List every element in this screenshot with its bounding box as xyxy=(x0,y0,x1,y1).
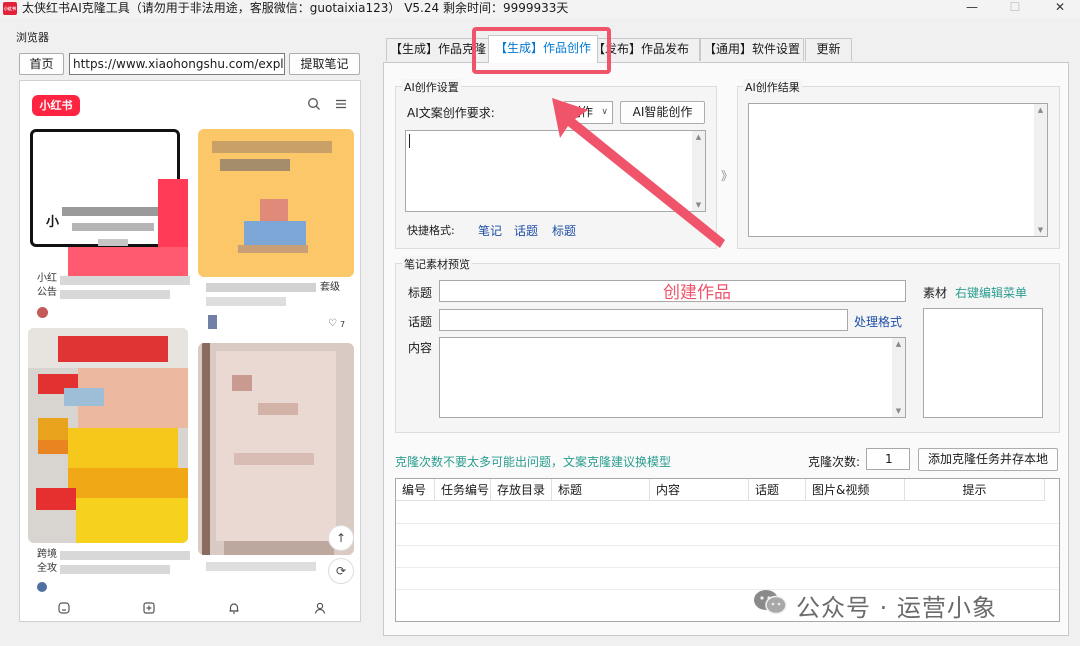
search-icon[interactable] xyxy=(307,97,321,115)
extract-note-button[interactable]: 提取笔记 xyxy=(289,53,360,75)
watermark-text: 公众号 · 运营小象 xyxy=(796,594,997,622)
window-title: 太侠红书AI克隆工具（请勿用于非法用途，客服微信：guotaixia123） V… xyxy=(22,1,569,15)
title-label: 标题 xyxy=(408,286,433,300)
content-textarea[interactable]: ▲ ▼ xyxy=(439,337,906,418)
material-box[interactable] xyxy=(923,308,1043,418)
heart-icon[interactable]: ♡ xyxy=(328,317,337,330)
home-icon[interactable] xyxy=(56,601,72,617)
ai-result-textarea[interactable]: ▲ ▼ xyxy=(748,103,1048,237)
card-4-caption: 套级 xyxy=(320,282,340,293)
material-hint: 右键编辑菜单 xyxy=(955,286,1028,300)
card-text: 小 xyxy=(46,215,60,230)
quick-format-label: 快捷格式: xyxy=(407,224,455,237)
process-format-link[interactable]: 处理格式 xyxy=(854,313,902,330)
quick-link-note[interactable]: 笔记 xyxy=(478,222,502,239)
menu-icon[interactable] xyxy=(334,97,348,115)
avatar xyxy=(37,307,48,318)
clone-count-label: 克隆次数: xyxy=(808,455,861,469)
avatar xyxy=(37,582,47,592)
clone-warning: 克隆次数不要太多可能出问题，文案克隆建议换模型 xyxy=(395,455,672,469)
app-logo-icon: 小红书 xyxy=(3,2,17,15)
ai-result-title: AI创作结果 xyxy=(743,79,802,95)
like-count: 7 xyxy=(340,320,346,329)
preview-title: 笔记素材预览 xyxy=(402,256,472,272)
profile-icon[interactable] xyxy=(312,601,328,617)
topic-label: 话题 xyxy=(408,315,433,329)
home-button[interactable]: 首页 xyxy=(19,53,64,75)
column-header[interactable]: 话题 xyxy=(749,479,806,501)
tab-publish[interactable]: 【发布】作品发布 xyxy=(596,38,700,61)
tab-settings[interactable]: 【通用】软件设置 xyxy=(700,38,804,61)
publish-icon[interactable] xyxy=(141,601,157,617)
ai-settings-title: AI创作设置 xyxy=(402,79,461,95)
card-3-caption-top: 小红 xyxy=(37,273,57,284)
close-button[interactable]: ✕ xyxy=(1040,0,1080,16)
add-clone-task-button[interactable]: 添加克隆任务并存本地 xyxy=(918,448,1058,471)
note-card-4[interactable] xyxy=(198,343,354,555)
maximize-button[interactable]: ☐ xyxy=(995,0,1035,16)
xiaohongshu-logo[interactable]: 小红书 xyxy=(32,95,80,116)
topic-input[interactable] xyxy=(439,309,848,331)
scrollbar[interactable]: ▲ ▼ xyxy=(892,338,905,417)
content-label: 内容 xyxy=(408,341,433,355)
clone-count-input[interactable]: 1 xyxy=(866,448,910,470)
quick-link-topic[interactable]: 话题 xyxy=(514,222,538,239)
card-3-caption-bottom: 公告 xyxy=(37,287,57,298)
avatar xyxy=(208,315,217,329)
note-card-3[interactable] xyxy=(28,328,188,543)
url-input[interactable]: https://www.xiaohongshu.com/explore xyxy=(69,53,285,75)
card-5-caption-top: 跨境 xyxy=(37,549,57,560)
column-header[interactable]: 内容 xyxy=(650,479,749,501)
tab-update[interactable]: 更新 xyxy=(805,38,852,61)
column-header[interactable]: 标题 xyxy=(552,479,650,501)
minimize-button[interactable]: — xyxy=(952,0,992,16)
title-bar: 小红书 太侠红书AI克隆工具（请勿用于非法用途，客服微信：guotaixia12… xyxy=(0,0,1080,18)
material-label: 素材 xyxy=(923,286,948,300)
requirement-label: AI文案创作要求: xyxy=(407,106,495,120)
column-header[interactable]: 任务编号 xyxy=(435,479,491,501)
refresh-button[interactable]: ⟳ xyxy=(328,558,354,584)
wechat-icon xyxy=(754,590,787,615)
card-5-caption-bottom: 全攻 xyxy=(37,563,57,574)
note-card-1[interactable]: 小 xyxy=(28,129,188,277)
tab-highlight-box xyxy=(472,27,611,74)
column-header[interactable]: 编号 xyxy=(396,479,435,501)
column-header[interactable]: 存放目录 xyxy=(491,479,552,501)
bell-icon[interactable] xyxy=(226,601,242,617)
web-view[interactable]: 小红书 小 小红 公告 套级 ♡ 7 跨境 全攻 ↑ ⟳ xyxy=(19,80,361,622)
annotation-arrow xyxy=(552,98,725,248)
text-cursor xyxy=(409,134,410,148)
column-header[interactable]: 图片&视频 xyxy=(806,479,905,501)
scrollbar[interactable]: ▲ ▼ xyxy=(1034,104,1047,236)
column-header[interactable]: 提示 xyxy=(905,479,1045,501)
callout-label: 创建作品 xyxy=(663,283,731,303)
browser-label: 浏览器 xyxy=(16,31,49,44)
note-card-2[interactable] xyxy=(198,129,354,277)
scroll-top-button[interactable]: ↑ xyxy=(328,525,354,551)
